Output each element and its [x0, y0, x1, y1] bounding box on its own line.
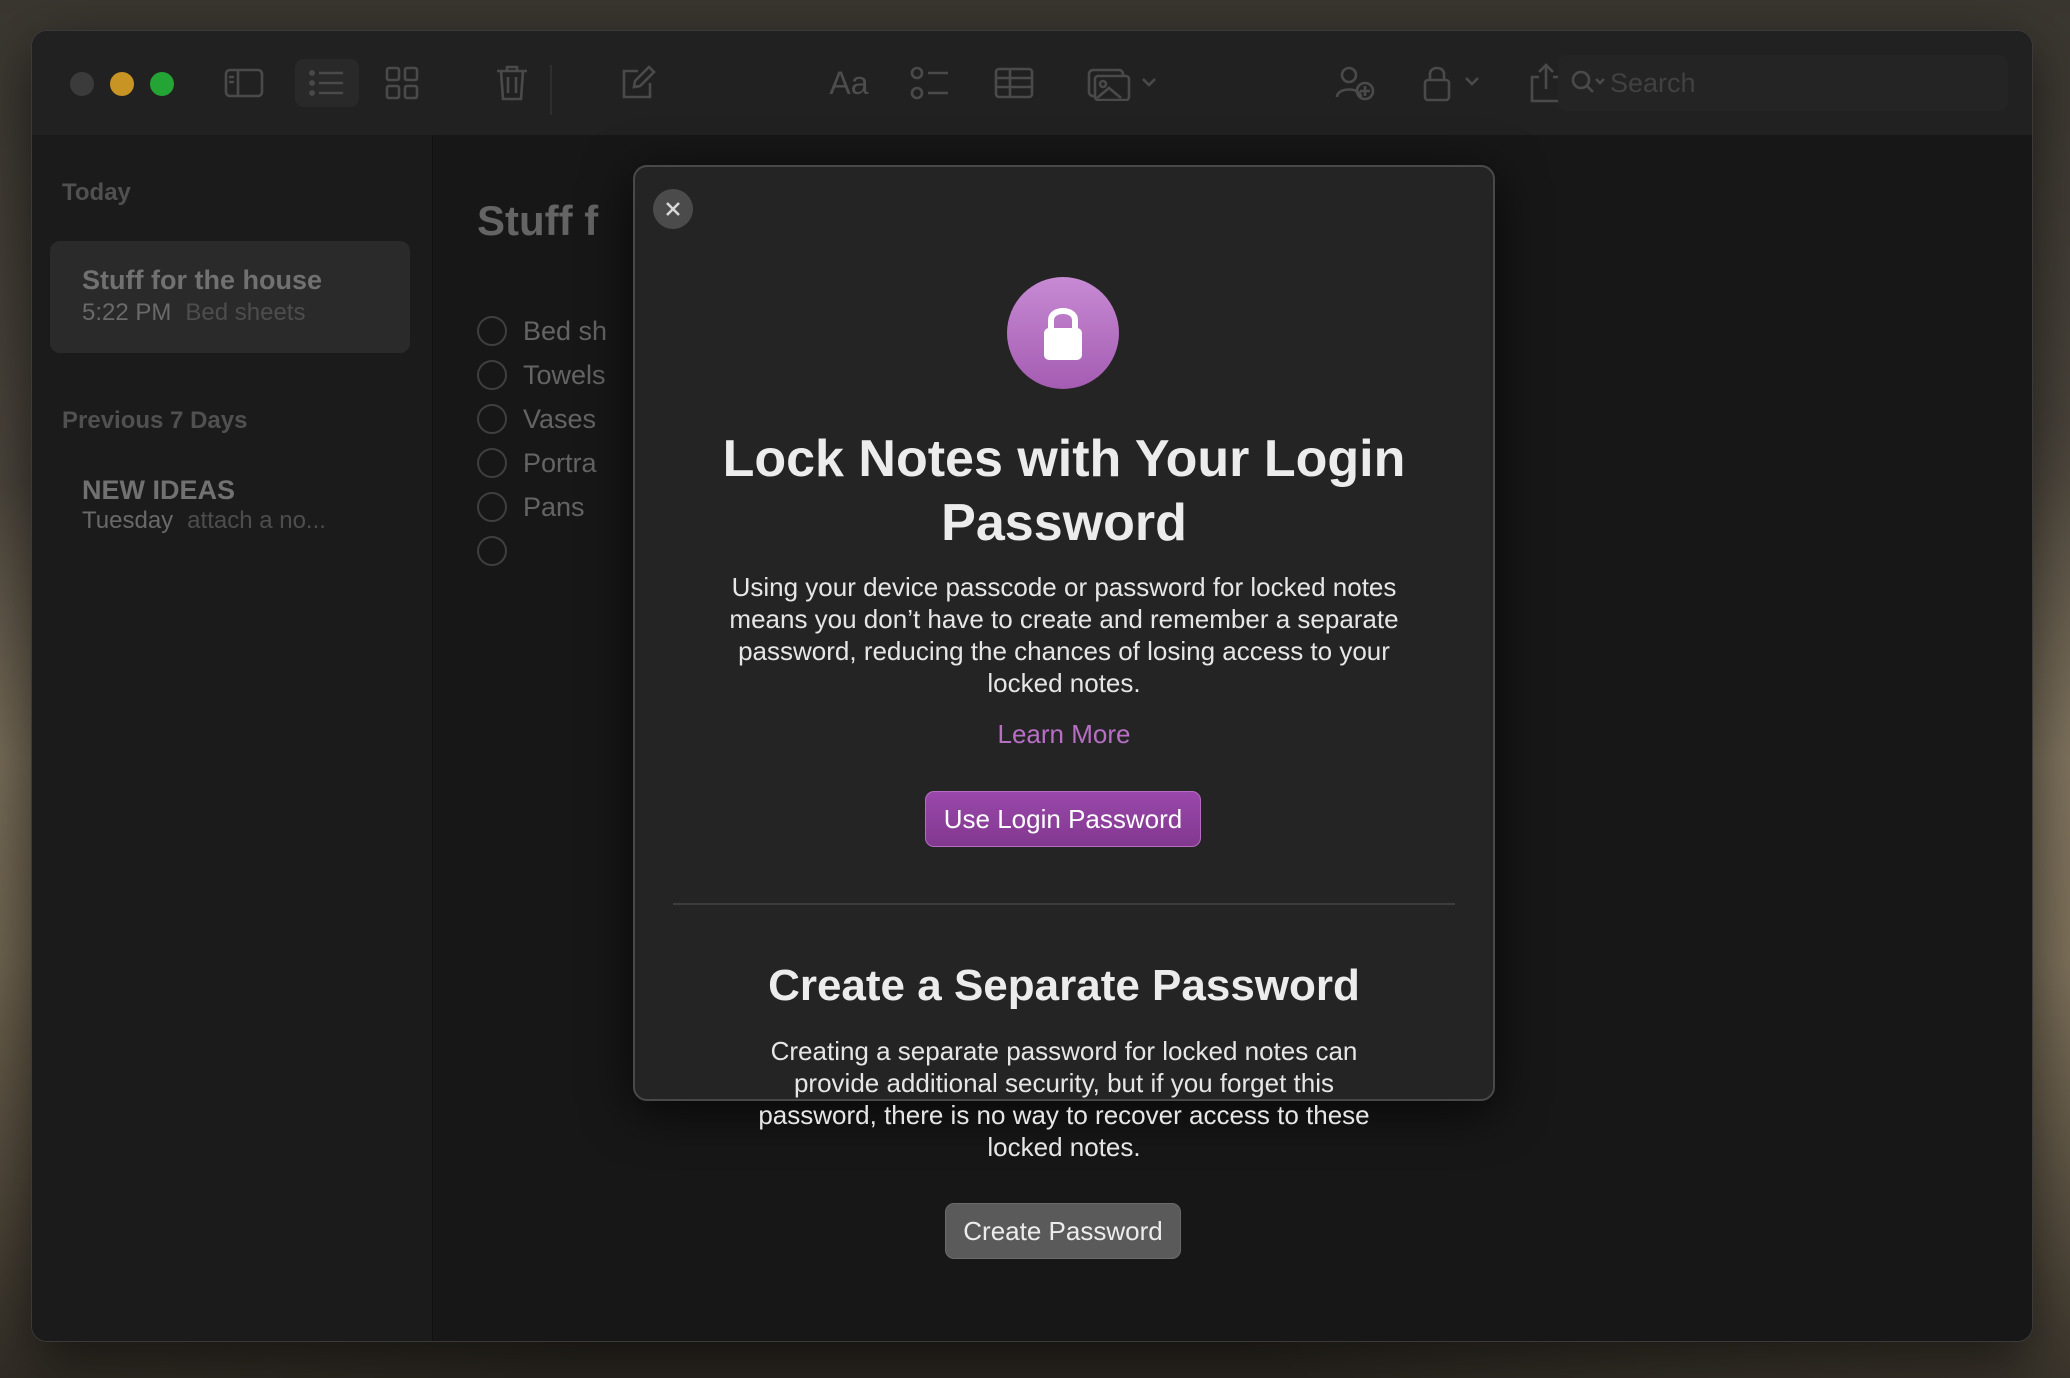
close-icon: [666, 202, 680, 216]
notes-window: Aa Search Today Stuff for the house 5:22…: [31, 30, 2033, 1342]
separate-password-heading: Create a Separate Password: [768, 961, 1360, 1010]
lock-notes-dialog: Lock Notes with Your Login Password Usin…: [633, 165, 1495, 1259]
dialog-description: Using your device passcode or password f…: [729, 572, 1399, 698]
learn-more-link[interactable]: Learn More: [635, 719, 1493, 750]
create-password-button[interactable]: Create Password: [945, 1203, 1181, 1259]
use-login-password-button[interactable]: Use Login Password: [925, 791, 1201, 847]
dialog-close-button[interactable]: [653, 189, 693, 229]
dialog-divider: [673, 903, 1455, 905]
lock-badge-icon: [1007, 277, 1119, 389]
dialog-title: Lock Notes with Your Login Password: [722, 430, 1406, 552]
separate-password-description: Creating a separate password for locked …: [758, 1036, 1370, 1162]
